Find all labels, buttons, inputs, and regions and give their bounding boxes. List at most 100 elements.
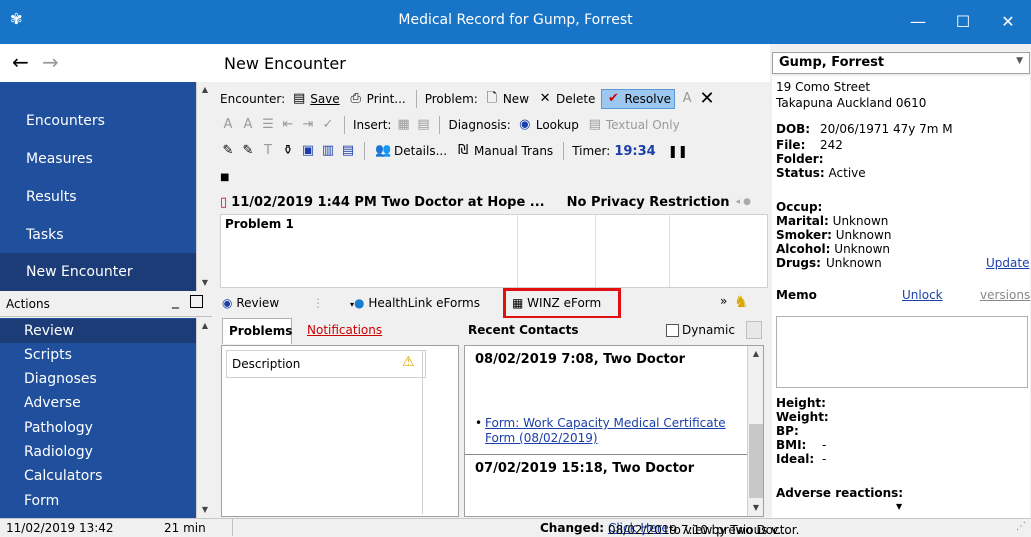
problems-panel: Description ⚠ (221, 345, 459, 517)
manual-trans-button[interactable]: ₪ Manual Trans (453, 142, 555, 160)
print-icon: ⎙ (350, 91, 361, 106)
left-navigation: ← → Overview Encounters Measures Results… (0, 44, 212, 291)
overflow-chevron-icon[interactable]: » (720, 294, 727, 308)
problem-editor[interactable]: Problem 1 (220, 214, 768, 288)
textual-icon: ▤ (588, 117, 601, 132)
patient-selector[interactable]: Gump, Forrest ▼ (772, 52, 1030, 74)
save-button[interactable]: ▤ Save (289, 90, 341, 108)
contact-link-item[interactable]: • Form: Work Capacity Medical Certificat… (475, 416, 735, 446)
action-radiology[interactable]: Radiology (0, 440, 196, 464)
delete-x-icon: ✕ (539, 91, 551, 106)
scroll-up-icon[interactable]: ▲ (197, 82, 213, 98)
close-encounter-icon[interactable]: ✕ (699, 90, 715, 108)
layout-three-icon[interactable]: ▤ (340, 143, 356, 159)
forward-arrow-icon[interactable]: → (42, 50, 59, 74)
action-review[interactable]: Review (0, 319, 196, 343)
encounter-toolbar: Encounter: ▤ Save ⎙ Print... Problem: 🗋 New… (212, 82, 770, 190)
memo-field[interactable] (776, 316, 1028, 388)
lookup-button[interactable]: ◉ Lookup (515, 116, 581, 134)
action-adverse[interactable]: Adverse (0, 391, 196, 415)
resize-grip-icon[interactable]: ⋰ (1016, 521, 1026, 532)
text-style-icon[interactable]: T (260, 143, 276, 159)
dynamic-checkbox[interactable] (666, 324, 679, 337)
maximize-button[interactable]: ☐ (940, 0, 986, 44)
privacy-label[interactable]: No Privacy Restriction (567, 195, 730, 210)
description-header[interactable]: Description (232, 357, 300, 371)
stop-icon[interactable]: ■ (220, 172, 229, 183)
indent-icon[interactable]: ⇥ (300, 117, 316, 133)
privacy-dropdown-icon[interactable]: ◂ ● (736, 197, 752, 207)
print-button[interactable]: ⎙ Print... (346, 90, 408, 108)
recent-scrollbar[interactable]: ▲ ▼ (747, 346, 763, 516)
nav-item-results[interactable]: Results (0, 178, 196, 216)
bullet-list-icon[interactable]: ☰ (260, 117, 276, 133)
spellcheck-icon[interactable]: ✓ (320, 117, 336, 133)
resolve-button[interactable]: ✔ Resolve (601, 89, 676, 109)
minimize-panel-icon[interactable]: _ (172, 293, 179, 309)
scroll-up-icon[interactable]: ▲ (197, 318, 213, 334)
encounter-datetime: 11/02/2019 1:44 PM Two Doctor at Hope ..… (231, 194, 545, 210)
update-link[interactable]: Update (986, 256, 1029, 270)
bottle-icon[interactable]: ⚱ (280, 143, 296, 159)
actions-navigation: Review Scripts Diagnoses Adverse Patholo… (0, 318, 212, 518)
pause-icon[interactable]: ❚❚ (668, 144, 688, 158)
refresh-icon[interactable] (746, 321, 762, 339)
close-button[interactable]: ✕ (985, 0, 1031, 44)
nav-item-new-encounter[interactable]: New Encounter (0, 253, 196, 291)
alcohol-value: Unknown (834, 242, 891, 256)
scroll-thumb[interactable] (749, 424, 763, 498)
chevron-down-icon[interactable]: ▼ (1016, 56, 1023, 66)
nav-item-overview[interactable]: Overview (0, 74, 196, 88)
action-scripts[interactable]: Scripts (0, 343, 196, 367)
decrease-font-icon[interactable]: A (240, 117, 256, 133)
expand-arrow-icon[interactable]: ▼ (896, 502, 902, 511)
highlight-box (503, 288, 621, 319)
ideal-value: - (822, 452, 827, 466)
action-diagnoses[interactable]: Diagnoses (0, 367, 196, 391)
scroll-down-icon[interactable]: ▼ (748, 500, 763, 516)
nav-item-encounters[interactable]: Encounters (0, 102, 196, 140)
action-pathology[interactable]: Pathology (0, 416, 196, 440)
back-arrow-icon[interactable]: ← (12, 50, 29, 74)
minimize-button[interactable]: — (895, 0, 941, 44)
outdent-icon[interactable]: ⇤ (280, 117, 296, 133)
status-label: Status: (776, 166, 825, 180)
review-button[interactable]: ◉ Review (222, 296, 279, 310)
scroll-up-icon[interactable]: ▲ (748, 346, 763, 362)
patient-name: Gump, Forrest (779, 55, 885, 70)
template-edit-icon[interactable]: ✎ (240, 143, 256, 159)
increase-font-icon[interactable]: A (220, 117, 236, 133)
save-icon: ▤ (293, 91, 306, 106)
action-form[interactable]: Form (0, 489, 196, 513)
unlock-link[interactable]: Unlock (902, 288, 943, 302)
insert-image-icon[interactable]: ▦ (395, 117, 411, 133)
healthlink-eforms-button[interactable]: ▾● HealthLink eForms (350, 296, 480, 310)
insert-table-icon[interactable]: ▤ (415, 117, 431, 133)
scroll-down-icon[interactable]: ▼ (197, 275, 213, 291)
scroll-down-icon[interactable]: ▼ (197, 502, 213, 518)
textual-only-button[interactable]: ▤ Textual Only (585, 116, 682, 134)
template-icon[interactable]: ✎ (220, 143, 236, 159)
timer-label: Timer: (572, 144, 611, 158)
scale-icon[interactable]: ♞ (734, 292, 748, 311)
title-bar: ✾ Medical Record for Gump, Forrest — ☐ ✕ (0, 0, 1031, 44)
form-link[interactable]: Form: Work Capacity Medical Certificate … (485, 416, 726, 445)
note-icon: ▯ (220, 194, 228, 210)
versions-link[interactable]: versions (980, 288, 1030, 302)
tab-notifications[interactable]: Notifications (307, 323, 382, 337)
action-calculators[interactable]: Calculators (0, 464, 196, 488)
font-size-icon[interactable]: A (679, 91, 695, 107)
actions-scrollbar[interactable]: ▲ ▼ (196, 318, 212, 518)
restore-panel-icon[interactable] (190, 295, 203, 308)
diagnosis-label: Diagnosis: (448, 118, 511, 132)
nav-item-tasks[interactable]: Tasks (0, 216, 196, 254)
nav-item-measures[interactable]: Measures (0, 140, 196, 178)
nav-scrollbar[interactable]: ▲ ▼ (196, 82, 212, 291)
new-problem-button[interactable]: 🗋 New (482, 90, 531, 108)
tab-problems[interactable]: Problems (222, 318, 292, 344)
encounter-heading-bar: New Encounter (212, 44, 770, 82)
layout-one-icon[interactable]: ▣ (300, 143, 316, 159)
delete-problem-button[interactable]: ✕ Delete (535, 90, 597, 108)
layout-two-icon[interactable]: ▥ (320, 143, 336, 159)
details-button[interactable]: 👥 Details... (373, 142, 449, 160)
